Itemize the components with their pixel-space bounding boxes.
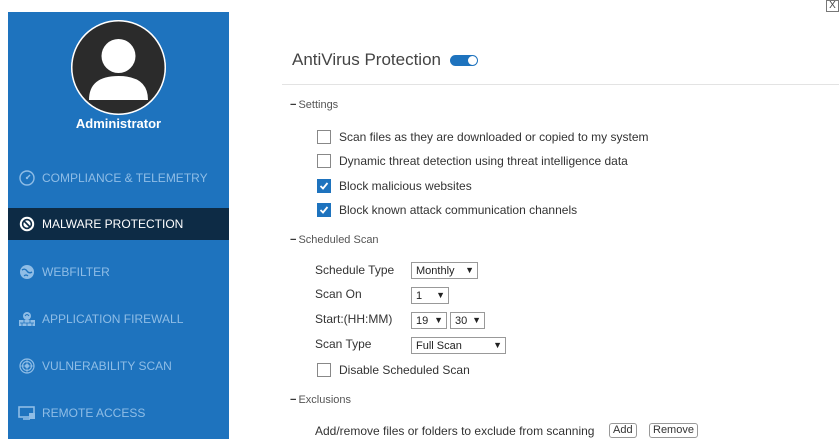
user-name: Administrator (75, 116, 162, 131)
dropdown-arrow-icon: ▼ (465, 265, 474, 275)
dropdown-arrow-icon: ▼ (493, 340, 502, 350)
sidebar-item-label: COMPLIANCE & TELEMETRY (42, 170, 208, 185)
user-silhouette-icon (71, 20, 166, 115)
checkmark-icon (319, 206, 329, 214)
sidebar-item-label: REMOTE ACCESS (42, 405, 146, 420)
sidebar-item-webfilter[interactable]: WEBFILTER (8, 248, 229, 295)
exclusions-section-header[interactable]: − Exclusions (290, 394, 351, 406)
app-window: X Administrator COMPLIANCE & TELEMETRY M… (0, 0, 839, 439)
schedule-type-select[interactable]: Monthly ▼ (411, 262, 478, 279)
start-hour-select[interactable]: 19 ▼ (411, 312, 447, 329)
sidebar-item-label: MALWARE PROTECTION (42, 217, 184, 231)
globe-icon (18, 263, 36, 281)
start-time-label: Start:(HH:MM) (315, 312, 393, 326)
shield-ban-icon (18, 215, 36, 233)
option-dynamic-detection: Dynamic threat detection using threat in… (317, 154, 628, 168)
option-disable-scheduled: Disable Scheduled Scan (317, 363, 470, 377)
option-label: Block known attack communication channel… (339, 203, 578, 217)
avatar (71, 20, 166, 115)
select-value: Monthly (416, 264, 455, 277)
disable-scheduled-checkbox[interactable] (317, 363, 331, 377)
collapse-icon: − (290, 394, 297, 406)
option-label: Disable Scheduled Scan (339, 363, 470, 377)
collapse-icon: − (290, 234, 297, 246)
sidebar-item-label: APPLICATION FIREWALL (42, 311, 184, 326)
select-value: 19 (416, 314, 429, 327)
scan-downloads-checkbox[interactable] (317, 130, 331, 144)
dynamic-detection-checkbox[interactable] (317, 154, 331, 168)
firewall-icon (18, 310, 36, 328)
dropdown-arrow-icon: ▼ (436, 290, 445, 300)
antivirus-toggle[interactable] (449, 54, 478, 66)
scan-type-select[interactable]: Full Scan ▼ (411, 337, 506, 354)
dropdown-arrow-icon: ▼ (472, 315, 481, 325)
exclusions-description: Add/remove files or folders to exclude f… (315, 424, 595, 438)
settings-section-header[interactable]: − Settings (290, 99, 338, 111)
block-malicious-checkbox[interactable] (317, 179, 331, 193)
divider (282, 84, 839, 85)
section-label: Scheduled Scan (298, 234, 379, 246)
page-title: AntiVirus Protection (292, 50, 441, 69)
select-value: Full Scan (416, 339, 462, 352)
sidebar-item-app-firewall[interactable]: APPLICATION FIREWALL (8, 295, 229, 342)
sidebar-item-label: WEBFILTER (42, 264, 110, 279)
sidebar: Administrator COMPLIANCE & TELEMETRY MAL… (8, 12, 229, 439)
option-label: Block malicious websites (339, 179, 472, 193)
scan-type-label: Scan Type (315, 337, 372, 351)
option-block-attack-channels: Block known attack communication channel… (317, 203, 577, 217)
sidebar-item-vuln-scan[interactable]: VULNERABILITY SCAN (8, 342, 229, 389)
block-attack-channels-checkbox[interactable] (317, 203, 331, 217)
select-value: 1 (416, 289, 423, 302)
title-row: AntiVirus Protection (292, 50, 478, 70)
option-scan-downloads: Scan files as they are downloaded or cop… (317, 130, 649, 144)
remove-exclusion-button[interactable]: Remove (649, 423, 698, 438)
collapse-icon: − (290, 99, 297, 111)
sidebar-item-remote-access[interactable]: REMOTE ACCESS (8, 389, 229, 436)
section-label: Exclusions (298, 394, 352, 406)
select-value: 30 (455, 314, 468, 327)
sidebar-item-label: VULNERABILITY SCAN (42, 358, 172, 373)
radar-icon (18, 357, 36, 375)
monitor-icon (18, 404, 36, 422)
sidebar-nav: COMPLIANCE & TELEMETRY MALWARE PROTECTIO… (8, 154, 229, 436)
scan-on-select[interactable]: 1 ▼ (411, 287, 449, 304)
scheduled-scan-section-header[interactable]: − Scheduled Scan (290, 234, 379, 246)
sidebar-item-compliance[interactable]: COMPLIANCE & TELEMETRY (8, 154, 229, 201)
dropdown-arrow-icon: ▼ (434, 315, 443, 325)
checkmark-icon (319, 182, 329, 190)
gauge-icon (18, 169, 36, 187)
scan-on-label: Scan On (315, 287, 362, 301)
schedule-type-label: Schedule Type (315, 263, 395, 277)
add-exclusion-button[interactable]: Add (609, 423, 637, 438)
sidebar-item-malware[interactable]: MALWARE PROTECTION (8, 208, 229, 240)
option-block-malicious: Block malicious websites (317, 179, 472, 193)
main-panel: AntiVirus Protection − Settings Scan file… (250, 0, 839, 439)
section-label: Settings (298, 99, 339, 111)
option-label: Scan files as they are downloaded or cop… (339, 130, 649, 144)
start-minute-select[interactable]: 30 ▼ (450, 312, 485, 329)
option-label: Dynamic threat detection using threat in… (339, 154, 628, 168)
